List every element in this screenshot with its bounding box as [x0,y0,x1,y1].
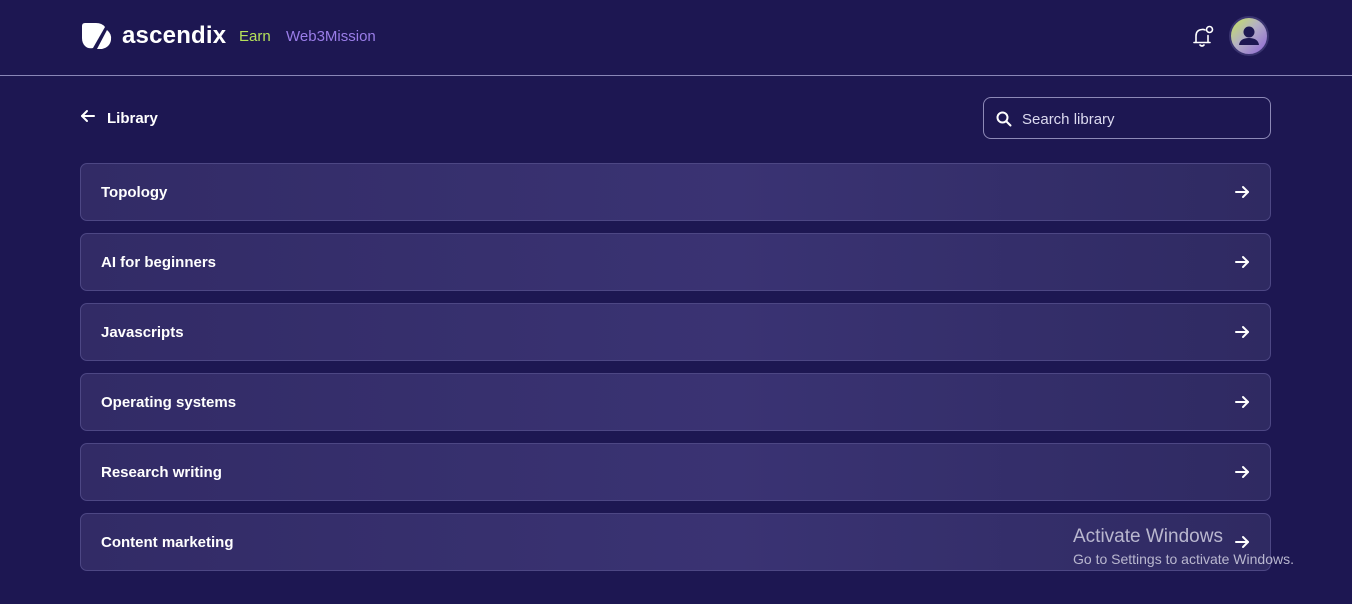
windows-activation-watermark: Activate Windows Go to Settings to activ… [1073,526,1294,568]
nav-link-earn[interactable]: Earn [239,27,271,47]
arrow-right-icon [1234,394,1250,415]
ascendix-logo-icon [80,22,113,50]
course-item-ai-for-beginners[interactable]: AI for beginners [80,233,1271,291]
brand-name: ascendix [122,22,227,49]
arrow-right-icon [1234,254,1250,275]
course-title: Research writing [101,464,222,481]
arrow-right-icon [1234,464,1250,485]
arrow-right-icon [1234,324,1250,345]
course-title: Operating systems [101,394,237,411]
course-title: AI for beginners [101,254,217,271]
course-title: Topology [101,184,168,201]
course-item-operating-systems[interactable]: Operating systems [80,373,1271,431]
page-title: Library [107,109,158,127]
course-item-research-writing[interactable]: Research writing [80,443,1271,501]
user-avatar-icon[interactable] [1229,16,1269,56]
arrow-right-icon [1234,184,1250,205]
course-title: Content marketing [101,534,234,551]
search-input[interactable] [1020,98,1264,140]
course-item-javascripts[interactable]: Javascripts [80,303,1271,361]
watermark-subtitle: Go to Settings to activate Windows. [1073,551,1294,567]
top-navigation-bar: ascendix Earn Web3Mission [0,0,1352,76]
course-title: Javascripts [101,324,184,341]
nav-link-web3mission[interactable]: Web3Mission [286,27,376,47]
course-item-topology[interactable]: Topology [80,163,1271,221]
watermark-title: Activate Windows [1073,526,1223,547]
bell-icon[interactable] [1190,24,1216,50]
brand-logo[interactable]: ascendix [80,21,226,51]
back-to-library[interactable]: Library [80,108,158,129]
search-box[interactable] [983,97,1271,140]
arrow-left-icon [80,108,96,129]
